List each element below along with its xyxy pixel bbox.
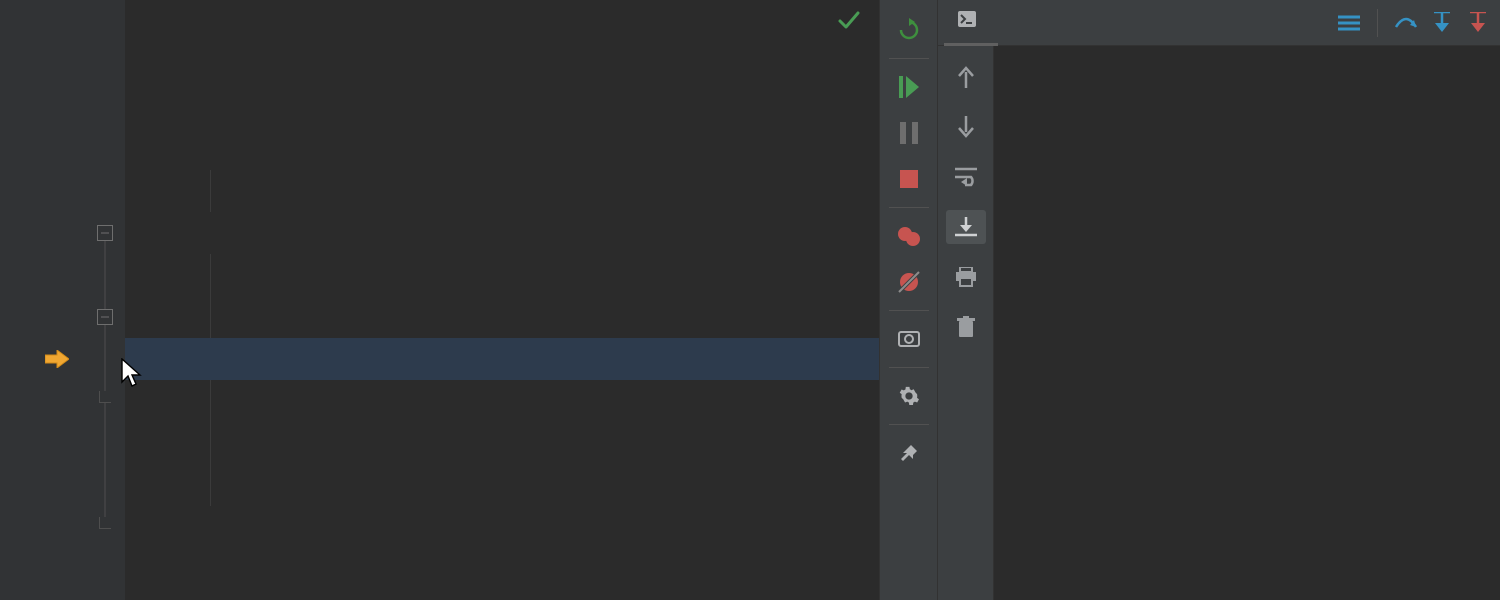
line-number[interactable] [0, 86, 85, 128]
toolbar-separator [889, 58, 929, 59]
line-number[interactable] [0, 212, 85, 254]
line-number[interactable] [0, 170, 85, 212]
code-line[interactable] [125, 254, 879, 296]
debug-run-toolbar [879, 0, 937, 600]
stop-button[interactable] [889, 159, 929, 199]
code-area[interactable] [125, 0, 879, 600]
inspection-ok-icon[interactable] [837, 8, 861, 37]
code-line[interactable] [125, 86, 879, 128]
line-number[interactable] [0, 506, 85, 548]
toolbar-separator [889, 424, 929, 425]
mute-breakpoints-button[interactable] [889, 262, 929, 302]
code-line[interactable] [125, 506, 879, 548]
code-line[interactable] [125, 296, 879, 338]
console-side-toolbar [938, 46, 994, 600]
scroll-to-end-button[interactable] [946, 210, 986, 244]
scroll-up-button[interactable] [946, 60, 986, 94]
print-button[interactable] [946, 260, 986, 294]
console-output[interactable] [994, 46, 1500, 600]
step-over-button[interactable] [1390, 7, 1422, 39]
resume-button[interactable] [889, 67, 929, 107]
code-line[interactable] [125, 44, 879, 86]
line-number-gutter[interactable] [0, 0, 85, 600]
fold-end-icon [99, 391, 111, 403]
line-number[interactable] [0, 338, 85, 380]
tab-debugger[interactable] [1002, 0, 1030, 46]
line-number[interactable] [0, 2, 85, 44]
toolbar-separator [889, 310, 929, 311]
code-line[interactable] [125, 128, 879, 170]
code-line[interactable] [125, 380, 879, 422]
tab-console[interactable] [944, 0, 998, 46]
terminal-icon [958, 11, 976, 32]
clear-all-button[interactable] [946, 310, 986, 344]
code-editor[interactable] [0, 0, 879, 600]
line-number[interactable] [0, 548, 85, 590]
toolbar-separator [889, 367, 929, 368]
step-into-button[interactable] [1426, 7, 1458, 39]
code-line[interactable] [125, 170, 879, 212]
code-line[interactable] [125, 212, 879, 254]
scroll-down-button[interactable] [946, 110, 986, 144]
code-line[interactable] [125, 548, 879, 590]
line-number[interactable] [0, 296, 85, 338]
code-line-current[interactable] [125, 338, 879, 380]
debug-tool-window [937, 0, 1500, 600]
line-number[interactable] [0, 464, 85, 506]
rerun-button[interactable] [889, 10, 929, 50]
soft-wrap-button[interactable] [946, 160, 986, 194]
code-line[interactable] [125, 422, 879, 464]
line-number[interactable] [0, 44, 85, 86]
toolbar-separator [889, 207, 929, 208]
debug-tab-bar [938, 0, 1500, 46]
pause-button[interactable] [889, 113, 929, 153]
settings-button[interactable] [889, 376, 929, 416]
pin-tab-button[interactable] [889, 433, 929, 473]
layout-settings-button[interactable] [1333, 7, 1365, 39]
fold-end-icon [99, 517, 111, 529]
view-breakpoints-button[interactable] [889, 216, 929, 256]
line-number[interactable] [0, 380, 85, 422]
line-number[interactable] [0, 128, 85, 170]
code-line[interactable] [125, 2, 879, 44]
force-step-into-button[interactable] [1462, 7, 1494, 39]
line-number[interactable] [0, 422, 85, 464]
fold-toggle-icon[interactable] [97, 225, 113, 241]
get-thread-dump-button[interactable] [889, 319, 929, 359]
code-line[interactable] [125, 464, 879, 506]
execution-point-icon [43, 350, 71, 368]
fold-toggle-icon[interactable] [97, 309, 113, 325]
toolbar-separator [1377, 9, 1378, 37]
fold-gutter[interactable] [85, 0, 125, 600]
line-number[interactable] [0, 254, 85, 296]
